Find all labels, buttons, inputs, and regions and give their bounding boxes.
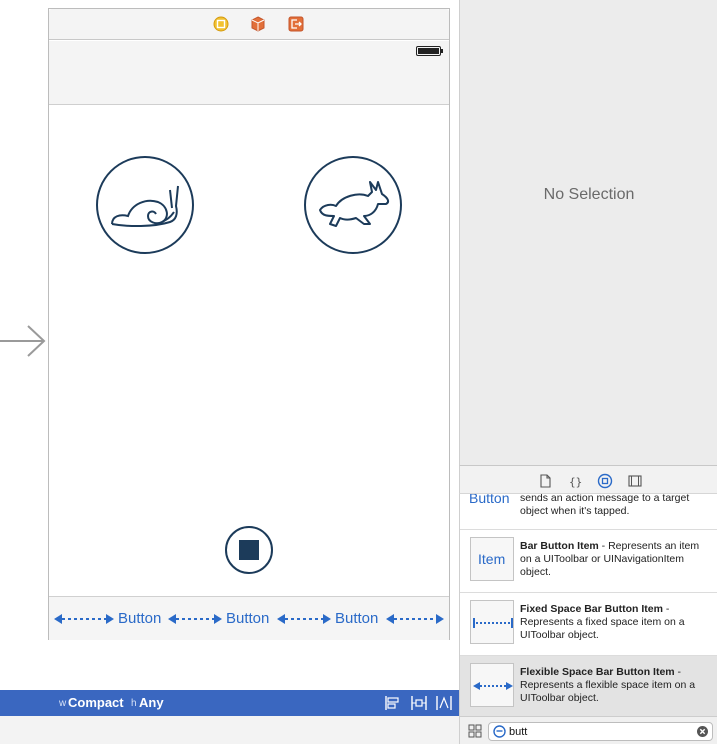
flexible-space-icon [168, 614, 222, 624]
library-item-flexible-space[interactable]: Flexible Space Bar Button Item - Represe… [460, 656, 717, 716]
inspector-panel: No Selection [459, 0, 717, 465]
height-class-value[interactable]: Any [139, 695, 164, 710]
library-item-fixed-space[interactable]: Fixed Space Bar Button Item - Represents… [460, 593, 717, 656]
toolbar-button[interactable]: Button [226, 610, 269, 627]
size-class-bar[interactable]: w Compact h Any [0, 690, 459, 716]
pin-icon[interactable] [411, 696, 427, 710]
code-snippet-library-icon[interactable]: {} [567, 473, 583, 489]
rabbit-icon [319, 181, 390, 227]
initial-view-controller-arrow-icon[interactable] [0, 322, 48, 360]
fixed-space-thumbnail [470, 600, 514, 644]
library-item-title: Bar Button Item [520, 540, 599, 552]
library-item-description: sends an action message to a target obje… [520, 494, 710, 518]
library-search-input[interactable] [509, 724, 689, 739]
library-item-description: Bar Button Item - Represents an item on … [520, 540, 710, 579]
view-controller-scene[interactable]: Button Button Button [48, 8, 450, 640]
library-tab-bar: {} [459, 465, 717, 494]
library-filter-bar [459, 716, 717, 744]
width-class-prefix: w [59, 698, 67, 709]
bar-button-item-thumbnail: Item [470, 537, 514, 581]
bottom-toolbar: Button Button Button [49, 596, 449, 640]
scene-dock [49, 9, 449, 40]
first-responder-icon[interactable] [250, 16, 266, 32]
bar-button-item-thumb-label: Item [478, 551, 506, 567]
main-view[interactable] [49, 106, 449, 596]
media-library-icon[interactable] [627, 473, 643, 489]
view-controller-icon[interactable] [213, 16, 229, 32]
battery-icon [416, 46, 443, 56]
library-item-desc: sends an action message to a target obje… [520, 494, 690, 517]
library-item-description: Flexible Space Bar Button Item - Represe… [520, 666, 710, 705]
flexible-space-icon [54, 614, 114, 624]
library-item-button[interactable]: Button sends an action message to a targ… [460, 494, 717, 530]
exit-icon[interactable] [288, 16, 304, 32]
object-library-list[interactable]: Button sends an action message to a targ… [459, 494, 717, 716]
flexible-space-icon [473, 682, 513, 690]
resolve-auto-layout-icon[interactable] [436, 696, 452, 710]
library-search-field[interactable] [488, 722, 713, 741]
library-item-description: Fixed Space Bar Button Item - Represents… [520, 603, 710, 642]
slow-speed-button[interactable] [96, 156, 194, 254]
clear-search-icon[interactable] [697, 726, 708, 737]
filter-icon [493, 725, 506, 738]
flexible-space-icon [277, 614, 331, 624]
library-item-title: Flexible Space Bar Button Item [520, 666, 675, 678]
button-thumbnail-label: Button [469, 494, 510, 506]
fixed-space-icon [473, 618, 513, 628]
flexible-space-icon [386, 614, 444, 624]
fast-speed-button[interactable] [304, 156, 402, 254]
width-class-value[interactable]: Compact [68, 695, 124, 710]
no-selection-label: No Selection [543, 186, 635, 203]
align-icon[interactable] [385, 696, 401, 710]
canvas-bottom-bar [0, 716, 459, 744]
toolbar-button[interactable]: Button [335, 610, 378, 627]
status-bar [49, 41, 449, 105]
flexible-space-thumbnail [470, 663, 514, 707]
snail-icon [111, 185, 179, 228]
svg-text:{}: {} [569, 476, 582, 489]
stop-button[interactable] [225, 526, 273, 574]
library-item-bar-button-item[interactable]: Item Bar Button Item - Represents an ite… [460, 530, 717, 593]
object-library-icon[interactable] [597, 473, 613, 489]
library-item-title: Fixed Space Bar Button Item [520, 603, 663, 615]
height-class-prefix: h [131, 698, 137, 709]
toolbar-button[interactable]: Button [118, 610, 161, 627]
file-template-library-icon[interactable] [537, 473, 553, 489]
grid-view-icon[interactable] [468, 724, 482, 738]
